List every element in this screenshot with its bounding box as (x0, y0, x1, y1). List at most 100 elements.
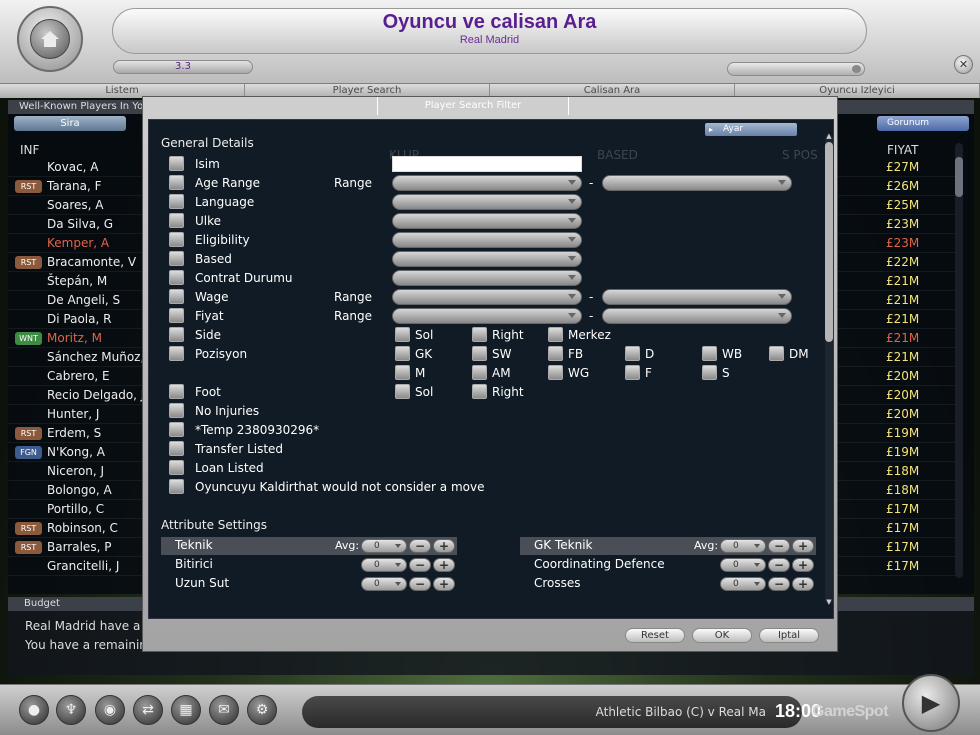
dialog-scrollbar[interactable]: ▲ ▼ (825, 132, 833, 606)
column-header-fiyat[interactable]: FIYAT (887, 143, 918, 157)
player-name[interactable]: Di Paola, R (47, 312, 111, 326)
language-checkbox[interactable] (169, 194, 184, 209)
based-dropdown[interactable] (392, 251, 582, 267)
pozisyon-checkbox[interactable] (169, 346, 184, 361)
menu-icon[interactable]: ● (19, 695, 49, 725)
decrement-button[interactable]: − (768, 577, 790, 591)
ok-button[interactable]: OK (692, 628, 752, 643)
player-name[interactable]: Bolongo, A (47, 483, 112, 497)
attribute-value-dropdown[interactable]: 0 (720, 539, 766, 553)
settings-button[interactable]: ▸ Ayar (705, 123, 797, 136)
player-name[interactable]: Kovac, A (47, 160, 99, 174)
no-injuries-checkbox[interactable] (169, 403, 184, 418)
language-dropdown[interactable] (392, 194, 582, 210)
isim-checkbox[interactable] (169, 156, 184, 171)
age-max-dropdown[interactable] (602, 175, 792, 191)
foot-checkbox[interactable] (169, 384, 184, 399)
increment-button[interactable]: + (792, 558, 814, 572)
age-range-checkbox[interactable] (169, 175, 184, 190)
side-option-merkez-checkbox[interactable] (548, 327, 563, 342)
wage-checkbox[interactable] (169, 289, 184, 304)
close-button[interactable]: ✕ (954, 55, 973, 74)
position-option-gk-checkbox[interactable] (395, 346, 410, 361)
attribute-value-dropdown[interactable]: 0 (720, 558, 766, 572)
increment-button[interactable]: + (792, 577, 814, 591)
player-name[interactable]: Robinson, C (47, 521, 118, 535)
player-name[interactable]: Cabrero, E (47, 369, 110, 383)
cancel-button[interactable]: Iptal (759, 628, 819, 643)
player-name[interactable]: Recio Delgado, J (47, 388, 144, 402)
price-min-dropdown[interactable] (392, 308, 582, 324)
age-min-dropdown[interactable] (392, 175, 582, 191)
scroll-up-icon[interactable]: ▲ (825, 132, 833, 140)
decrement-button[interactable]: − (409, 539, 431, 553)
player-name[interactable]: Soares, A (47, 198, 103, 212)
player-name[interactable]: Kemper, A (47, 236, 109, 250)
dialog-scroll-thumb[interactable] (825, 142, 833, 342)
name-input[interactable] (392, 156, 582, 172)
position-option-d-checkbox[interactable] (625, 346, 640, 361)
loan-listed-checkbox[interactable] (169, 460, 184, 475)
increment-button[interactable]: + (792, 539, 814, 553)
reset-button[interactable]: Reset (625, 628, 685, 643)
position-option-f-checkbox[interactable] (625, 365, 640, 380)
player-name[interactable]: Sánchez Muñoz, E (47, 350, 156, 364)
foot-option-sol-checkbox[interactable] (395, 384, 410, 399)
player-name[interactable]: Moritz, M (47, 331, 102, 345)
player-name[interactable]: N'Kong, A (47, 445, 105, 459)
decrement-button[interactable]: − (409, 577, 431, 591)
ulke-checkbox[interactable] (169, 213, 184, 228)
column-header-inf[interactable]: INF (20, 143, 39, 157)
side-checkbox[interactable] (169, 327, 184, 342)
position-option-fb-checkbox[interactable] (548, 346, 563, 361)
player-name[interactable]: Štepán, M (47, 274, 107, 288)
sort-button[interactable]: Sira (14, 116, 126, 131)
eligibility-checkbox[interactable] (169, 232, 184, 247)
list-scrollbar[interactable] (955, 143, 963, 578)
position-option-sw-checkbox[interactable] (472, 346, 487, 361)
home-button[interactable] (30, 19, 70, 59)
contract-dropdown[interactable] (392, 270, 582, 286)
trophy-icon[interactable]: ♆ (56, 695, 86, 725)
foot-option-right-checkbox[interactable] (472, 384, 487, 399)
view-button[interactable]: Gorunum (877, 116, 969, 131)
eligibility-dropdown[interactable] (392, 232, 582, 248)
side-option-sol-checkbox[interactable] (395, 327, 410, 342)
wage-min-dropdown[interactable] (392, 289, 582, 305)
player-name[interactable]: Tarana, F (47, 179, 101, 193)
decrement-button[interactable]: − (409, 558, 431, 572)
player-name[interactable]: Bracamonte, V (47, 255, 136, 269)
based-checkbox[interactable] (169, 251, 184, 266)
player-name[interactable]: Da Silva, G (47, 217, 113, 231)
scroll-thumb[interactable] (955, 157, 963, 197)
increment-button[interactable]: + (433, 577, 455, 591)
wage-max-dropdown[interactable] (602, 289, 792, 305)
player-name[interactable]: De Angeli, S (47, 293, 120, 307)
quick-select-dropdown[interactable] (727, 62, 865, 76)
attribute-value-dropdown[interactable]: 0 (361, 577, 407, 591)
inbox-icon[interactable]: ✉ (209, 695, 239, 725)
temp-checkbox[interactable] (169, 422, 184, 437)
player-name[interactable]: Niceron, J (47, 464, 104, 478)
exclude-unwilling-checkbox[interactable] (169, 479, 184, 494)
position-option-am-checkbox[interactable] (472, 365, 487, 380)
price-max-dropdown[interactable] (602, 308, 792, 324)
player-name[interactable]: Grancitelli, J (47, 559, 119, 573)
contract-checkbox[interactable] (169, 270, 184, 285)
attribute-value-dropdown[interactable]: 0 (361, 539, 407, 553)
fiyat-checkbox[interactable] (169, 308, 184, 323)
continue-button[interactable]: ▶ (902, 674, 960, 732)
increment-button[interactable]: + (433, 539, 455, 553)
transfer-listed-checkbox[interactable] (169, 441, 184, 456)
player-name[interactable]: Portillo, C (47, 502, 104, 516)
gear-icon[interactable]: ⚙ (247, 695, 277, 725)
position-option-wb-checkbox[interactable] (702, 346, 717, 361)
player-name[interactable]: Barrales, P (47, 540, 111, 554)
attribute-value-dropdown[interactable]: 0 (720, 577, 766, 591)
scroll-down-icon[interactable]: ▼ (825, 598, 833, 606)
side-option-right-checkbox[interactable] (472, 327, 487, 342)
position-option-dm-checkbox[interactable] (769, 346, 784, 361)
decrement-button[interactable]: − (768, 558, 790, 572)
decrement-button[interactable]: − (768, 539, 790, 553)
player-name[interactable]: Erdem, S (47, 426, 101, 440)
